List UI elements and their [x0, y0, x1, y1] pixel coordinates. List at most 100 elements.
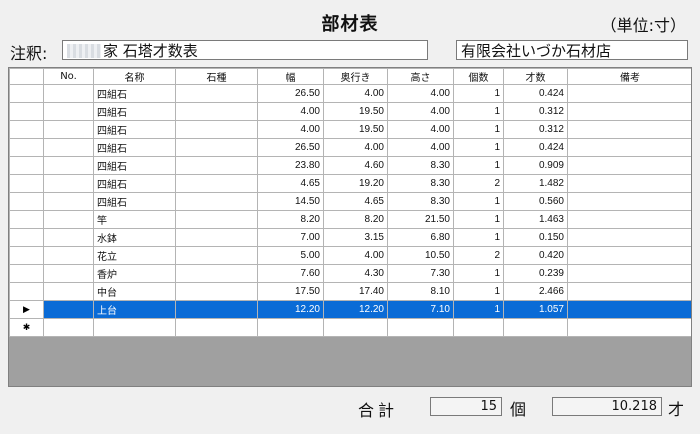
- cell-height[interactable]: 7.30: [387, 264, 454, 283]
- cell-name[interactable]: 四組石: [93, 120, 176, 139]
- cell-sai[interactable]: 0.560: [503, 192, 568, 211]
- cell-depth[interactable]: 19.20: [323, 174, 388, 193]
- cell-sai[interactable]: 0.312: [503, 102, 568, 121]
- cell-width[interactable]: 7.60: [257, 264, 324, 283]
- cell-sai[interactable]: 2.466: [503, 282, 568, 301]
- cell-stone[interactable]: [175, 264, 258, 283]
- cell-no[interactable]: [43, 138, 94, 157]
- cell-name[interactable]: 四組石: [93, 102, 176, 121]
- cell-height[interactable]: 8.30: [387, 156, 454, 175]
- table-row[interactable]: 四組石 4.65 19.20 8.30 2 1.482: [9, 174, 691, 193]
- cell-count[interactable]: 2: [453, 174, 504, 193]
- new-row-cell[interactable]: [175, 318, 258, 337]
- cell-no[interactable]: [43, 300, 94, 319]
- cell-no[interactable]: [43, 102, 94, 121]
- new-record-row[interactable]: ✱: [9, 318, 691, 337]
- cell-depth[interactable]: 4.00: [323, 246, 388, 265]
- cell-height[interactable]: 7.10: [387, 300, 454, 319]
- cell-depth[interactable]: 8.20: [323, 210, 388, 229]
- cell-count[interactable]: 2: [453, 246, 504, 265]
- cell-note[interactable]: [567, 210, 691, 229]
- column-header-sai[interactable]: 才数: [503, 68, 568, 85]
- table-row[interactable]: 中台 17.50 17.40 8.10 1 2.466: [9, 282, 691, 301]
- cell-depth[interactable]: 19.50: [323, 120, 388, 139]
- cell-count[interactable]: 1: [453, 282, 504, 301]
- row-selector[interactable]: [9, 120, 44, 139]
- table-row[interactable]: ▶ 上台 12.20 12.20 7.10 1 1.057: [9, 300, 691, 319]
- new-row-cell[interactable]: [503, 318, 568, 337]
- column-header-name[interactable]: 名称: [93, 68, 176, 85]
- table-row[interactable]: 香炉 7.60 4.30 7.30 1 0.239: [9, 264, 691, 283]
- column-header-note[interactable]: 備考: [567, 68, 691, 85]
- table-row[interactable]: 花立 5.00 4.00 10.50 2 0.420: [9, 246, 691, 265]
- cell-name[interactable]: 上台: [93, 300, 176, 319]
- row-selector[interactable]: [9, 174, 44, 193]
- cell-sai[interactable]: 0.424: [503, 138, 568, 157]
- new-row-cell[interactable]: [257, 318, 324, 337]
- cell-height[interactable]: 8.30: [387, 174, 454, 193]
- cell-stone[interactable]: [175, 102, 258, 121]
- row-selector[interactable]: [9, 84, 44, 103]
- cell-sai[interactable]: 0.424: [503, 84, 568, 103]
- cell-name[interactable]: 花立: [93, 246, 176, 265]
- cell-width[interactable]: 17.50: [257, 282, 324, 301]
- cell-count[interactable]: 1: [453, 228, 504, 247]
- cell-height[interactable]: 4.00: [387, 138, 454, 157]
- cell-note[interactable]: [567, 156, 691, 175]
- cell-stone[interactable]: [175, 282, 258, 301]
- table-row[interactable]: 四組石 4.00 19.50 4.00 1 0.312: [9, 120, 691, 139]
- cell-stone[interactable]: [175, 120, 258, 139]
- cell-no[interactable]: [43, 246, 94, 265]
- cell-width[interactable]: 5.00: [257, 246, 324, 265]
- cell-no[interactable]: [43, 264, 94, 283]
- cell-note[interactable]: [567, 282, 691, 301]
- table-row[interactable]: 四組石 4.00 19.50 4.00 1 0.312: [9, 102, 691, 121]
- cell-width[interactable]: 4.65: [257, 174, 324, 193]
- new-row-cell[interactable]: [567, 318, 691, 337]
- cell-no[interactable]: [43, 282, 94, 301]
- cell-height[interactable]: 8.10: [387, 282, 454, 301]
- cell-depth[interactable]: 4.65: [323, 192, 388, 211]
- cell-stone[interactable]: [175, 300, 258, 319]
- cell-width[interactable]: 12.20: [257, 300, 324, 319]
- row-selector[interactable]: [9, 192, 44, 211]
- row-selector[interactable]: [9, 228, 44, 247]
- column-header-count[interactable]: 個数: [453, 68, 504, 85]
- cell-no[interactable]: [43, 210, 94, 229]
- cell-stone[interactable]: [175, 138, 258, 157]
- cell-sai[interactable]: 1.463: [503, 210, 568, 229]
- cell-depth[interactable]: 4.30: [323, 264, 388, 283]
- cell-count[interactable]: 1: [453, 120, 504, 139]
- new-row-cell[interactable]: [43, 318, 94, 337]
- cell-width[interactable]: 23.80: [257, 156, 324, 175]
- table-row[interactable]: 四組石 26.50 4.00 4.00 1 0.424: [9, 138, 691, 157]
- cell-depth[interactable]: 3.15: [323, 228, 388, 247]
- cell-count[interactable]: 1: [453, 156, 504, 175]
- new-row-cell[interactable]: [93, 318, 176, 337]
- cell-stone[interactable]: [175, 210, 258, 229]
- cell-no[interactable]: [43, 156, 94, 175]
- cell-width[interactable]: 4.00: [257, 102, 324, 121]
- cell-sai[interactable]: 1.057: [503, 300, 568, 319]
- table-row[interactable]: 四組石 26.50 4.00 4.00 1 0.424: [9, 84, 691, 103]
- cell-depth[interactable]: 17.40: [323, 282, 388, 301]
- column-header-width[interactable]: 幅: [257, 68, 324, 85]
- cell-note[interactable]: [567, 264, 691, 283]
- cell-count[interactable]: 1: [453, 300, 504, 319]
- cell-height[interactable]: 4.00: [387, 102, 454, 121]
- cell-height[interactable]: 4.00: [387, 84, 454, 103]
- cell-height[interactable]: 8.30: [387, 192, 454, 211]
- table-row[interactable]: 四組石 14.50 4.65 8.30 1 0.560: [9, 192, 691, 211]
- cell-sai[interactable]: 0.909: [503, 156, 568, 175]
- row-selector[interactable]: [9, 282, 44, 301]
- cell-sai[interactable]: 0.150: [503, 228, 568, 247]
- cell-no[interactable]: [43, 228, 94, 247]
- cell-depth[interactable]: 4.00: [323, 138, 388, 157]
- cell-stone[interactable]: [175, 228, 258, 247]
- cell-name[interactable]: 四組石: [93, 84, 176, 103]
- row-selector[interactable]: [9, 264, 44, 283]
- cell-sai[interactable]: 0.239: [503, 264, 568, 283]
- cell-note[interactable]: [567, 138, 691, 157]
- row-selector[interactable]: ▶: [9, 300, 44, 319]
- cell-name[interactable]: 四組石: [93, 138, 176, 157]
